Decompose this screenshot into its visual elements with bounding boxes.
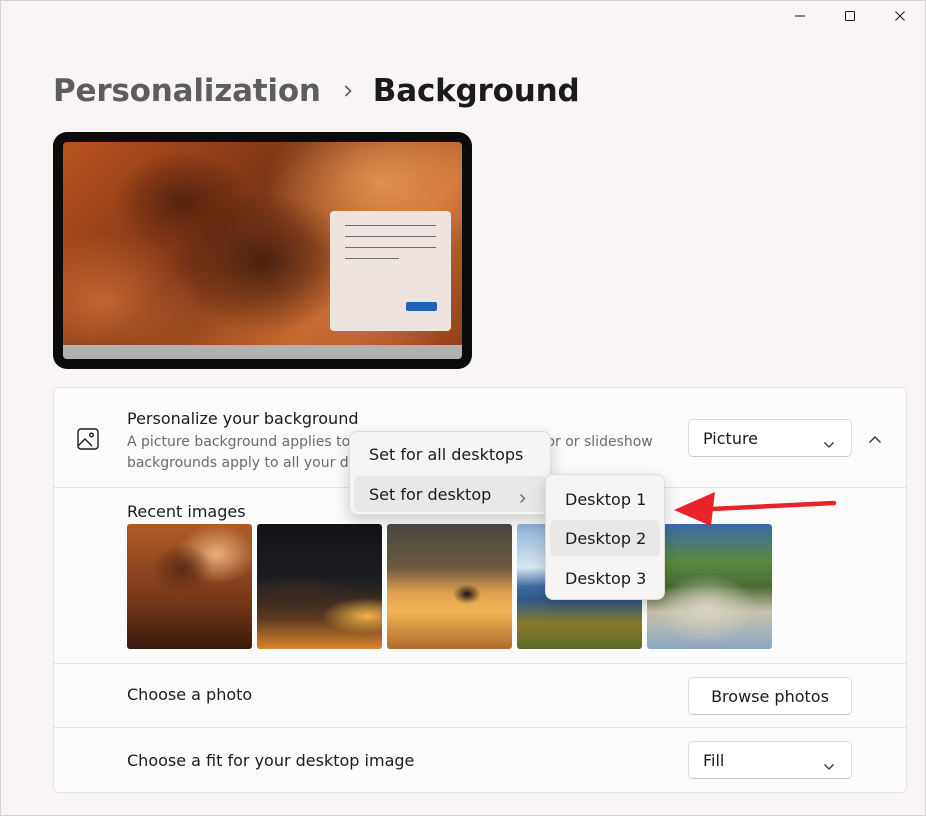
page-title: Background bbox=[372, 73, 580, 109]
preview-window bbox=[330, 211, 451, 331]
close-icon bbox=[895, 11, 905, 21]
fit-value: Fill bbox=[703, 750, 725, 770]
chevron-down-icon bbox=[823, 434, 835, 453]
background-type-dropdown[interactable]: Picture bbox=[688, 419, 852, 457]
minimize-icon bbox=[795, 15, 805, 17]
preview-taskbar bbox=[63, 345, 462, 359]
context-menu: Set for all desktops Set for desktop bbox=[349, 431, 551, 515]
desktop-submenu: Desktop 1 Desktop 2 Desktop 3 bbox=[545, 474, 665, 600]
choose-fit-row: Choose a fit for your desktop image Fill bbox=[54, 728, 906, 794]
preview-window-button bbox=[406, 302, 437, 311]
recent-image-storm-clouds[interactable] bbox=[127, 524, 252, 649]
recent-image-night-clouds[interactable] bbox=[257, 524, 382, 649]
preview-wallpaper bbox=[63, 142, 462, 359]
choose-fit-label: Choose a fit for your desktop image bbox=[127, 751, 415, 770]
choose-photo-row: Choose a photo Browse photos bbox=[54, 664, 906, 728]
maximize-button[interactable] bbox=[825, 1, 875, 31]
chevron-down-icon bbox=[823, 756, 835, 775]
fit-dropdown[interactable]: Fill bbox=[688, 741, 852, 779]
annotation-arrow-icon bbox=[674, 492, 837, 526]
choose-photo-label: Choose a photo bbox=[127, 685, 253, 704]
recent-image-rhino-sunset[interactable] bbox=[387, 524, 512, 649]
menu-item-set-all-desktops[interactable]: Set for all desktops bbox=[354, 436, 546, 472]
chevron-right-icon bbox=[519, 489, 526, 508]
chevron-right-icon bbox=[343, 84, 353, 98]
submenu-item-desktop-1[interactable]: Desktop 1 bbox=[550, 481, 660, 517]
recent-images-title: Recent images bbox=[127, 502, 246, 521]
submenu-item-desktop-2[interactable]: Desktop 2 bbox=[550, 520, 660, 556]
submenu-item-desktop-3[interactable]: Desktop 3 bbox=[550, 560, 660, 596]
minimize-button[interactable] bbox=[775, 1, 825, 31]
browse-photos-button[interactable]: Browse photos bbox=[688, 677, 852, 715]
recent-images-list bbox=[127, 524, 772, 649]
recent-image-boulders[interactable] bbox=[647, 524, 772, 649]
picture-icon bbox=[76, 427, 100, 455]
chevron-up-icon bbox=[869, 435, 881, 443]
breadcrumb: Personalization Background bbox=[53, 69, 580, 113]
desktop-preview bbox=[53, 132, 472, 369]
menu-item-set-for-desktop[interactable]: Set for desktop bbox=[354, 476, 546, 512]
breadcrumb-personalization[interactable]: Personalization bbox=[53, 73, 321, 109]
close-button[interactable] bbox=[875, 1, 925, 31]
background-type-value: Picture bbox=[703, 428, 759, 448]
maximize-icon bbox=[845, 11, 855, 21]
personalize-background-title: Personalize your background bbox=[127, 409, 359, 428]
collapse-button[interactable] bbox=[860, 424, 890, 454]
